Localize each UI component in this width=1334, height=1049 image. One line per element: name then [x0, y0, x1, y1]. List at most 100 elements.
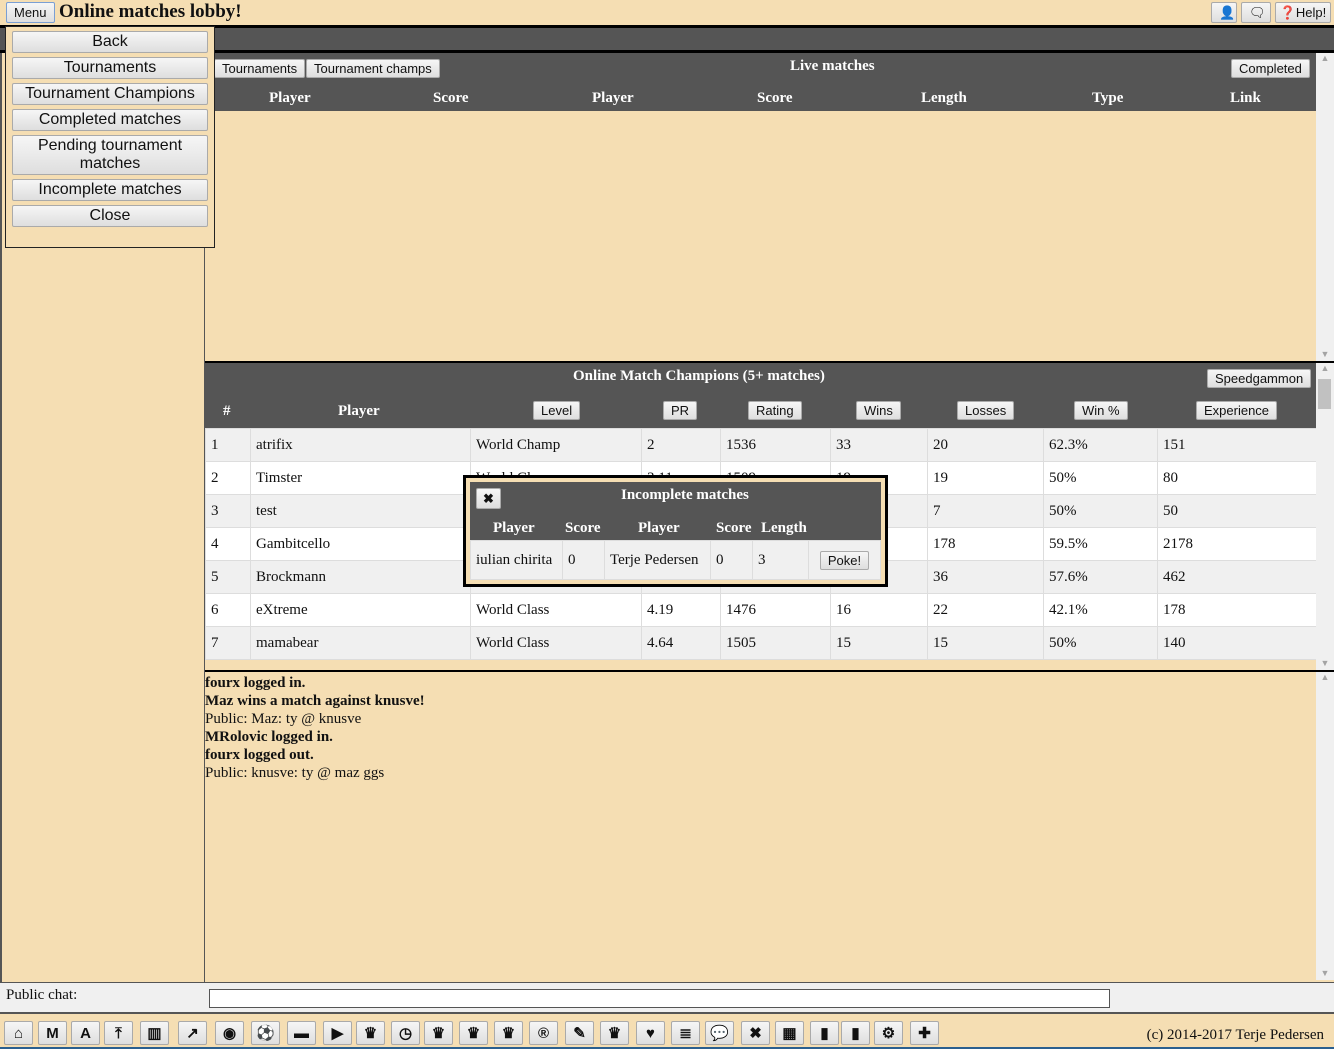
menu-item-back[interactable]: Back	[12, 31, 208, 53]
chat-log: fourx logged in. Maz wins a match against…	[205, 672, 1316, 980]
table-row[interactable]: 1 atrifix World Champ 2 1536 33 20 62.3% 151	[205, 428, 1316, 462]
trophy-button[interactable]: ♛	[356, 1021, 385, 1045]
col-score: Score	[433, 90, 469, 106]
cell-losses: 7	[927, 494, 1044, 528]
sort-win-button[interactable]: Win %	[1074, 401, 1128, 420]
play-button[interactable]: ▶	[323, 1021, 352, 1045]
soccer-ball-button[interactable]: ⚽	[251, 1021, 280, 1045]
trophy-button[interactable]: ♛	[459, 1021, 488, 1045]
user-icon: 👤	[1219, 4, 1236, 20]
sort-rating-button[interactable]: Rating	[748, 401, 802, 420]
a-letter-button[interactable]: A	[71, 1021, 100, 1045]
edit-icon: ✎	[573, 1024, 586, 1042]
sort-losses-button[interactable]: Losses	[957, 401, 1015, 420]
col-score: Score	[565, 520, 601, 536]
user-button[interactable]: 👤	[1211, 2, 1237, 23]
cell-player: eXtreme	[250, 593, 471, 627]
cell-level: World Champ	[470, 428, 642, 462]
archive-icon: ▬	[294, 1024, 309, 1042]
chat-bubbles-button[interactable]: 💬	[705, 1021, 734, 1045]
home-button[interactable]: ⌂	[4, 1021, 33, 1045]
cell-losses: 36	[927, 560, 1044, 594]
chat-button[interactable]: 🗨	[1241, 2, 1271, 23]
line-chart-icon: ↗	[186, 1024, 199, 1042]
sort-pr-button[interactable]: PR	[663, 401, 698, 420]
plus-icon: ✚	[918, 1024, 931, 1042]
registered-button[interactable]: ®	[529, 1021, 558, 1045]
trophy-button[interactable]: ♛	[424, 1021, 453, 1045]
tournament-champs-button[interactable]: Tournament champs	[306, 59, 440, 78]
edit-button[interactable]: ✎	[565, 1021, 594, 1045]
menu-item-close[interactable]: Close	[12, 205, 208, 227]
plus-button[interactable]: ✚	[910, 1021, 939, 1045]
close-button[interactable]: ✖	[476, 488, 501, 509]
menu-button[interactable]: Menu	[6, 2, 55, 23]
cell-experience: 50	[1157, 494, 1316, 528]
cell-rank: 2	[205, 461, 251, 495]
bookmark-icon: ▮	[820, 1024, 829, 1042]
film-button[interactable]: ▦	[775, 1021, 804, 1045]
clock-button[interactable]: ◷	[391, 1021, 420, 1045]
tournaments-button[interactable]: Tournaments	[214, 59, 306, 78]
line-chart-button[interactable]: ↗	[178, 1021, 207, 1045]
cogs-button[interactable]: ⚙	[874, 1021, 903, 1045]
trophy-button[interactable]: ♛	[494, 1021, 523, 1045]
sort-experience-button[interactable]: Experience	[1196, 401, 1278, 420]
bar-chart-button[interactable]: ▥	[140, 1021, 169, 1045]
archive-button[interactable]: ▬	[287, 1021, 316, 1045]
close-button[interactable]: ✖	[741, 1021, 770, 1045]
m-letter-icon: M	[46, 1024, 59, 1042]
cell-player: Timster	[250, 461, 471, 495]
copyright: (c) 2014-2017 Terje Pedersen	[1146, 1027, 1324, 1043]
poke-button[interactable]: Poke!	[819, 550, 870, 570]
film-icon: ▦	[782, 1024, 797, 1042]
question-circle-icon: ❓	[1279, 4, 1296, 20]
public-chat-input[interactable]	[209, 989, 1110, 1008]
cell-rank: 7	[205, 626, 251, 660]
public-chat-bar: Public chat:	[0, 982, 1334, 1014]
registered-icon: ®	[537, 1024, 550, 1042]
upload-button[interactable]: ⤒	[104, 1021, 133, 1045]
heart-button[interactable]: ♥	[636, 1021, 665, 1045]
sort-wins-button[interactable]: Wins	[856, 401, 901, 420]
live-scrollbar[interactable]: ▲ ▼	[1316, 53, 1334, 361]
bookmark-button[interactable]: ▮	[810, 1021, 839, 1045]
col-rank: #	[223, 403, 231, 419]
menu-item-incomplete-matches[interactable]: Incomplete matches	[12, 179, 208, 201]
table-row[interactable]: 7 mamabear World Class 4.64 1505 15 15 50% 140	[205, 626, 1316, 660]
bookmark-button[interactable]: ▮	[841, 1021, 870, 1045]
col-player: Player	[269, 90, 311, 106]
cogs-icon: ⚙	[881, 1024, 896, 1042]
cell-experience: 80	[1157, 461, 1316, 495]
cell-rank: 3	[205, 494, 251, 528]
col-player: Player	[493, 520, 535, 536]
speedgammon-button[interactable]: Speedgammon	[1207, 369, 1312, 388]
champions-scrollbar[interactable]: ▲ ▼	[1316, 363, 1334, 670]
trophy-button[interactable]: ♛	[600, 1021, 629, 1045]
sort-level-button[interactable]: Level	[533, 401, 581, 420]
menu-item-tournament-champions[interactable]: Tournament Champions	[12, 83, 208, 105]
col-player: Player	[338, 403, 380, 419]
help-button[interactable]: ❓Help!	[1275, 2, 1331, 23]
chat-scrollbar[interactable]: ▲ ▼	[1316, 672, 1334, 980]
public-chat-label: Public chat:	[6, 987, 78, 1003]
champions-title: Online Match Champions (5+ matches)	[573, 368, 825, 384]
menu-item-completed-matches[interactable]: Completed matches	[12, 109, 208, 131]
eye-button[interactable]: ◉	[215, 1021, 244, 1045]
menu-item-pending-tournament-matches[interactable]: Pending tournament matches	[12, 135, 208, 175]
col-type: Type	[1092, 90, 1124, 106]
completed-button[interactable]: Completed	[1231, 59, 1310, 78]
cell-level: World Class	[470, 626, 642, 660]
cell-win-pct: 62.3%	[1043, 428, 1158, 462]
table-row[interactable]: 6 eXtreme World Class 4.19 1476 16 22 42.1% 178	[205, 593, 1316, 627]
cell-win-pct: 50%	[1043, 494, 1158, 528]
cell-player: iulian chirita	[470, 540, 563, 580]
cell-win-pct: 59.5%	[1043, 527, 1158, 561]
menu-item-tournaments[interactable]: Tournaments	[12, 57, 208, 79]
cell-level: World Class	[470, 593, 642, 627]
database-button[interactable]: ≣	[671, 1021, 700, 1045]
cell-rank: 4	[205, 527, 251, 561]
m-letter-button[interactable]: M	[38, 1021, 67, 1045]
cell-player: mamabear	[250, 626, 471, 660]
trophy-icon: ♛	[431, 1024, 446, 1042]
